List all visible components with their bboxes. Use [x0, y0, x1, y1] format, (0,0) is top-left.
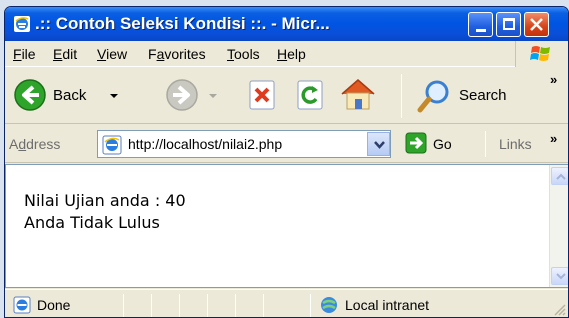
resize-grip-icon[interactable] — [552, 302, 566, 316]
address-label: Address — [9, 136, 61, 152]
forward-button[interactable] — [127, 75, 217, 115]
ie-icon — [14, 16, 30, 32]
address-dropdown-button[interactable] — [367, 132, 390, 156]
links-button[interactable]: Links — [499, 136, 532, 152]
address-separator — [485, 131, 486, 157]
search-button[interactable]: Search — [413, 75, 528, 115]
vertical-scrollbar[interactable] — [549, 165, 568, 287]
forward-arrow-icon — [166, 79, 198, 111]
home-icon[interactable] — [339, 76, 377, 112]
zone-label: Local intranet — [345, 297, 430, 313]
stop-icon[interactable] — [247, 79, 279, 111]
menu-view[interactable]: View — [97, 46, 127, 62]
menu-edit[interactable]: Edit — [53, 46, 77, 62]
scroll-down-button[interactable] — [551, 267, 568, 285]
browser-window: .:: Contoh Seleksi Kondisi ::. - Micr...… — [4, 6, 569, 318]
back-button[interactable]: Back — [11, 75, 146, 115]
content-text: Nilai Ujian anda : 40 Anda Tidak Lulus — [24, 190, 186, 234]
address-input[interactable]: http://localhost/nilai2.php — [97, 130, 391, 158]
menu-file[interactable]: File — [13, 46, 36, 62]
status-divider — [235, 294, 236, 317]
intranet-zone-icon — [321, 297, 337, 313]
links-overflow-chevron[interactable]: » — [550, 131, 557, 146]
status-divider — [207, 294, 208, 317]
go-arrow-icon — [405, 132, 427, 154]
chevron-down-icon — [556, 273, 566, 280]
back-arrow-icon — [14, 79, 46, 111]
close-icon — [530, 18, 543, 31]
status-divider — [310, 294, 311, 317]
scroll-up-button[interactable] — [551, 167, 568, 185]
forward-dropdown-icon[interactable] — [209, 94, 217, 98]
menu-bar: File Edit View Favorites Tools Help — [5, 41, 568, 67]
page-content: Nilai Ujian anda : 40 Anda Tidak Lulus — [5, 164, 568, 288]
page-status-icon — [13, 296, 31, 314]
windows-logo-area — [515, 41, 568, 67]
minimize-icon — [476, 29, 486, 32]
chevron-up-icon — [556, 173, 566, 180]
go-label: Go — [433, 136, 452, 152]
chevron-down-icon — [374, 141, 385, 149]
result-line: Anda Tidak Lulus — [24, 213, 160, 232]
menu-help[interactable]: Help — [277, 46, 306, 62]
status-text: Done — [37, 297, 71, 313]
menu-favorites[interactable]: Favorites — [148, 46, 206, 62]
status-divider — [179, 294, 180, 317]
back-label: Back — [53, 87, 87, 104]
back-dropdown-icon[interactable] — [110, 94, 118, 98]
refresh-icon[interactable] — [295, 79, 327, 111]
status-bar: Done Local intranet — [5, 289, 568, 317]
search-icon — [417, 80, 449, 113]
page-icon — [102, 135, 122, 155]
maximize-button[interactable] — [496, 12, 521, 37]
minimize-button[interactable] — [468, 12, 493, 37]
standard-toolbar: Back Search » — [5, 68, 568, 124]
menu-tools[interactable]: Tools — [227, 46, 260, 62]
maximize-icon — [503, 18, 515, 30]
status-divider — [151, 294, 152, 317]
go-button[interactable] — [401, 130, 461, 158]
toolbar-separator — [401, 74, 402, 118]
address-url: http://localhost/nilai2.php — [128, 136, 283, 152]
window-title: .:: Contoh Seleksi Kondisi ::. - Micr... — [35, 14, 330, 33]
close-button[interactable] — [524, 12, 549, 37]
address-bar: Address http://localhost/nilai2.php Go L… — [5, 125, 568, 163]
score-line: Nilai Ujian anda : 40 — [24, 191, 186, 210]
title-bar[interactable]: .:: Contoh Seleksi Kondisi ::. - Micr... — [5, 7, 568, 41]
status-divider — [263, 294, 264, 317]
windows-flag-icon — [530, 46, 550, 61]
toolbar-overflow-chevron[interactable]: » — [550, 72, 557, 87]
status-divider — [123, 294, 124, 317]
search-label: Search — [459, 87, 507, 104]
